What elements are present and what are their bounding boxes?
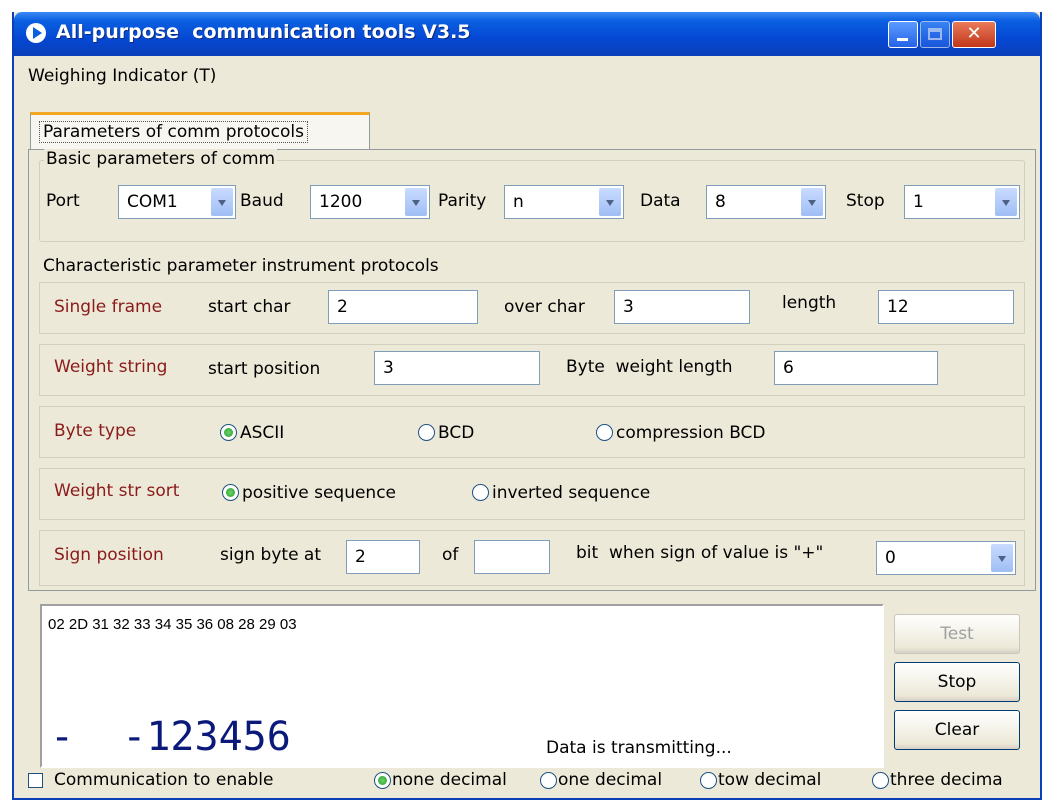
app-window: All-purpose communication tools V3.5 ✕ W… xyxy=(12,12,1042,800)
test-button[interactable]: Test xyxy=(894,614,1020,654)
app-play-icon xyxy=(26,23,46,43)
characteristic-group: Characteristic parameter instrument prot… xyxy=(29,256,1035,590)
maximize-icon[interactable] xyxy=(920,21,950,48)
sign-byte-input[interactable]: 2 xyxy=(346,540,420,574)
data-select[interactable]: 8 xyxy=(706,185,826,219)
byte-type-ascii[interactable]: ASCII xyxy=(240,423,284,443)
weight-length-label: Byte weight length xyxy=(566,357,733,377)
weight-string-row: Weight string start position 3 Byte weig… xyxy=(39,344,1025,396)
port-value: COM1 xyxy=(127,192,178,212)
byte-type-compression-bcd[interactable]: compression BCD xyxy=(616,423,766,443)
over-char-label: over char xyxy=(504,297,585,317)
radio-icon[interactable] xyxy=(220,424,237,441)
start-char-input[interactable]: 2 xyxy=(328,290,478,324)
footer-bar: Communication to enable none decimal one… xyxy=(28,770,1036,796)
radio-icon[interactable] xyxy=(374,772,391,789)
length-input[interactable]: 12 xyxy=(878,290,1014,324)
decimal-none[interactable]: none decimal xyxy=(392,770,507,790)
data-output-panel: 02 2D 31 32 33 34 35 36 08 28 29 03 - -1… xyxy=(40,604,884,768)
menu-bar: Weighing Indicator (T) xyxy=(14,56,1040,98)
menu-weighing-indicator[interactable]: Weighing Indicator (T) xyxy=(28,66,216,86)
parity-value: n xyxy=(513,192,524,212)
length-label: length xyxy=(782,293,837,313)
decimal-two[interactable]: tow decimal xyxy=(718,770,821,790)
of-label: of xyxy=(442,545,459,565)
title-bar[interactable]: All-purpose communication tools V3.5 ✕ xyxy=(14,12,1040,56)
tab-label: Parameters of comm protocols xyxy=(39,121,308,143)
plus-sign-value: 0 xyxy=(885,548,896,568)
sign-position-row: Sign position sign byte at 2 of bit when… xyxy=(39,530,1025,586)
tab-comm-protocols[interactable]: Parameters of comm protocols xyxy=(30,112,370,150)
dropdown-arrow-icon[interactable] xyxy=(991,544,1013,572)
weight-display: - -123456 xyxy=(50,714,291,760)
dropdown-arrow-icon[interactable] xyxy=(995,188,1017,216)
radio-icon[interactable] xyxy=(472,484,489,501)
clear-button[interactable]: Clear xyxy=(894,710,1020,750)
close-icon[interactable]: ✕ xyxy=(952,21,996,48)
byte-type-label: Byte type xyxy=(54,421,137,441)
decimal-one[interactable]: one decimal xyxy=(558,770,662,790)
radio-icon[interactable] xyxy=(596,424,613,441)
window-title: All-purpose communication tools V3.5 xyxy=(56,21,471,43)
single-frame-label: Single frame xyxy=(54,297,163,317)
tab-panel: Basic parameters of comm Port COM1 Baud … xyxy=(28,149,1036,591)
sort-inverted[interactable]: inverted sequence xyxy=(492,483,650,503)
checkbox-icon[interactable] xyxy=(28,773,43,788)
byte-type-row: Byte type ASCII BCD compression BCD xyxy=(39,406,1025,458)
radio-icon[interactable] xyxy=(418,424,435,441)
sign-position-label: Sign position xyxy=(54,545,164,565)
stop-button[interactable]: Stop xyxy=(894,662,1020,702)
radio-icon[interactable] xyxy=(222,484,239,501)
basic-params-group: Basic parameters of comm Port COM1 Baud … xyxy=(39,149,1025,242)
plus-sign-select[interactable]: 0 xyxy=(876,541,1016,575)
radio-icon[interactable] xyxy=(700,772,717,789)
single-frame-row: Single frame start char 2 over char 3 le… xyxy=(39,282,1025,334)
radio-icon[interactable] xyxy=(540,772,557,789)
dropdown-arrow-icon[interactable] xyxy=(211,188,233,216)
start-position-label: start position xyxy=(208,359,321,379)
baud-value: 1200 xyxy=(319,192,363,212)
minimize-icon[interactable] xyxy=(888,21,918,48)
of-input[interactable] xyxy=(474,540,550,574)
data-label: Data xyxy=(640,191,681,211)
hex-data-text: 02 2D 31 32 33 34 35 36 08 28 29 03 xyxy=(48,616,297,633)
radio-icon[interactable] xyxy=(872,772,889,789)
enable-comm-label[interactable]: Communication to enable xyxy=(54,770,274,790)
port-select[interactable]: COM1 xyxy=(118,185,236,219)
parity-select[interactable]: n xyxy=(504,185,624,219)
weight-sort-label: Weight str sort xyxy=(54,481,180,501)
status-text: Data is transmitting... xyxy=(546,738,732,758)
characteristic-legend: Characteristic parameter instrument prot… xyxy=(41,256,441,276)
bit-sign-label: bit when sign of value is "+" xyxy=(576,543,824,563)
baud-label: Baud xyxy=(240,191,284,211)
baud-select[interactable]: 1200 xyxy=(310,185,430,219)
over-char-input[interactable]: 3 xyxy=(614,290,750,324)
basic-params-legend: Basic parameters of comm xyxy=(44,149,278,169)
start-char-label: start char xyxy=(208,297,291,317)
sign-byte-label: sign byte at xyxy=(220,545,322,565)
data-value: 8 xyxy=(715,192,726,212)
stop-value: 1 xyxy=(913,192,924,212)
parity-label: Parity xyxy=(438,191,487,211)
decimal-three[interactable]: three decima xyxy=(890,770,1003,790)
port-label: Port xyxy=(46,191,80,211)
stop-select[interactable]: 1 xyxy=(904,185,1020,219)
start-position-input[interactable]: 3 xyxy=(374,351,540,385)
byte-type-bcd[interactable]: BCD xyxy=(438,423,474,443)
dropdown-arrow-icon[interactable] xyxy=(405,188,427,216)
sort-positive[interactable]: positive sequence xyxy=(242,483,396,503)
dropdown-arrow-icon[interactable] xyxy=(599,188,621,216)
stop-label: Stop xyxy=(846,191,885,211)
weight-length-input[interactable]: 6 xyxy=(774,351,938,385)
weight-string-label: Weight string xyxy=(54,357,168,377)
dropdown-arrow-icon[interactable] xyxy=(801,188,823,216)
weight-sort-row: Weight str sort positive sequence invert… xyxy=(39,468,1025,520)
